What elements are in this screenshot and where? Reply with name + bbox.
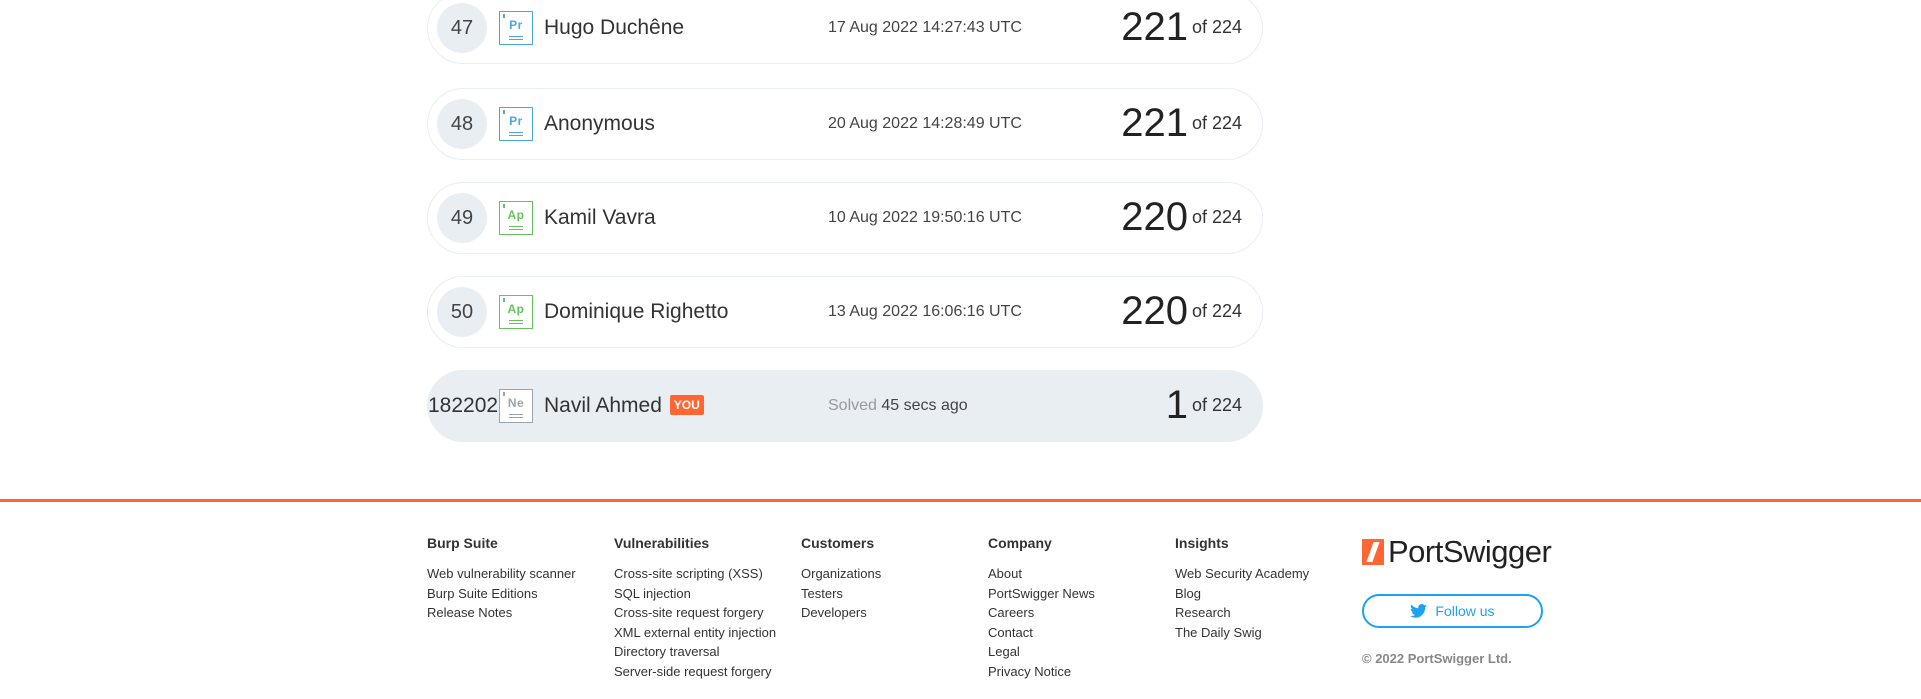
footer-link[interactable]: XML external entity injection xyxy=(614,623,794,643)
footer-link[interactable]: Testers xyxy=(801,584,981,604)
footer-link[interactable]: PortSwigger News xyxy=(988,584,1168,604)
leaderboard-row: 49 Ap Kamil Vavra 10 Aug 2022 19:50:16 U… xyxy=(427,182,1263,254)
solved-label: Solved xyxy=(828,397,877,414)
footer-link[interactable]: Research xyxy=(1175,603,1355,623)
solved-time: Solved 45 secs ago xyxy=(828,397,968,415)
footer-link[interactable]: Blog xyxy=(1175,584,1355,604)
rank-number: 48 xyxy=(437,99,487,149)
score: 220 of 224 xyxy=(1121,289,1242,334)
score: 220 of 224 xyxy=(1121,195,1242,240)
level-badge-icon: Ne xyxy=(499,389,533,423)
user-name: Navil Ahmed YOU xyxy=(544,394,704,418)
level-badge-icon: Ap xyxy=(499,201,533,235)
score-total: of 224 xyxy=(1191,395,1242,415)
footer-link[interactable]: Release Notes xyxy=(427,603,607,623)
footer-column-vulnerabilities: Vulnerabilities Cross-site scripting (XS… xyxy=(614,535,794,682)
footer-link[interactable]: Contact xyxy=(988,623,1168,643)
footer-link[interactable]: About xyxy=(988,564,1168,584)
footer-link[interactable]: Directory traversal xyxy=(614,642,794,662)
rank-number: 49 xyxy=(437,193,487,243)
footer-link[interactable]: Cross-site request forgery xyxy=(614,603,794,623)
rank-number: 50 xyxy=(437,287,487,337)
score-value: 220 xyxy=(1121,289,1188,333)
score: 221 of 224 xyxy=(1121,101,1242,146)
copyright: © 2022 PortSwigger Ltd. xyxy=(1362,651,1512,666)
footer-column-burp-suite: Burp Suite Web vulnerability scanner Bur… xyxy=(427,535,607,623)
footer-column-insights: Insights Web Security Academy Blog Resea… xyxy=(1175,535,1355,642)
score: 1 of 224 xyxy=(1166,383,1242,428)
rank-number: 182202 xyxy=(428,394,499,417)
leaderboard-row: 50 Ap Dominique Righetto 13 Aug 2022 16:… xyxy=(427,276,1263,348)
footer-column-company: Company About PortSwigger News Careers C… xyxy=(988,535,1168,682)
leaderboard-row: 47 Pr Hugo Duchêne 17 Aug 2022 14:27:43 … xyxy=(427,0,1263,64)
you-badge: YOU xyxy=(669,395,704,415)
footer-column-customers: Customers Organizations Testers Develope… xyxy=(801,535,981,623)
solved-time: 10 Aug 2022 19:50:16 UTC xyxy=(828,209,1022,226)
level-badge-icon: Pr xyxy=(499,11,533,45)
footer-link[interactable]: Server-side request forgery xyxy=(614,662,794,682)
portswigger-logo-icon xyxy=(1362,539,1384,565)
solved-ago: 45 secs ago xyxy=(881,397,968,414)
brand-name: PortSwigger xyxy=(1388,534,1552,569)
footer-link[interactable]: Web vulnerability scanner xyxy=(427,564,607,584)
score: 221 of 224 xyxy=(1121,5,1242,50)
solved-time: 17 Aug 2022 14:27:43 UTC xyxy=(828,19,1022,36)
rank-number: 47 xyxy=(437,3,487,53)
footer-link[interactable]: Web Security Academy xyxy=(1175,564,1355,584)
score-total: of 224 xyxy=(1191,207,1242,227)
footer-link[interactable]: Cross-site scripting (XSS) xyxy=(614,564,794,584)
footer-link[interactable]: Burp Suite Editions xyxy=(427,584,607,604)
score-total: of 224 xyxy=(1191,113,1242,133)
score-value: 1 xyxy=(1165,383,1188,427)
twitter-follow-button[interactable]: Follow us xyxy=(1362,594,1543,628)
twitter-icon xyxy=(1410,604,1428,618)
footer-column-title: Burp Suite xyxy=(427,535,498,551)
score-total: of 224 xyxy=(1191,301,1242,321)
footer-link[interactable]: Organizations xyxy=(801,564,981,584)
score-total: of 224 xyxy=(1191,17,1242,37)
score-value: 221 xyxy=(1121,101,1188,145)
user-name: Anonymous xyxy=(544,112,655,135)
footer-link[interactable]: Legal xyxy=(988,642,1168,662)
score-value: 221 xyxy=(1121,5,1188,49)
footer-link[interactable]: SQL injection xyxy=(614,584,794,604)
level-badge-icon: Ap xyxy=(499,295,533,329)
leaderboard-row: 48 Pr Anonymous 20 Aug 2022 14:28:49 UTC… xyxy=(427,88,1263,160)
user-name: Dominique Righetto xyxy=(544,300,729,323)
footer-link[interactable]: Careers xyxy=(988,603,1168,623)
footer-column-title: Company xyxy=(988,535,1052,551)
level-badge-icon: Pr xyxy=(499,107,533,141)
solved-time: 20 Aug 2022 14:28:49 UTC xyxy=(828,115,1022,132)
follow-label: Follow us xyxy=(1435,603,1495,619)
user-name: Kamil Vavra xyxy=(544,206,656,229)
user-name-text: Navil Ahmed xyxy=(544,394,662,417)
footer-column-title: Vulnerabilities xyxy=(614,535,710,551)
footer-column-title: Customers xyxy=(801,535,875,551)
footer-link[interactable]: The Daily Swig xyxy=(1175,623,1355,643)
score-value: 220 xyxy=(1121,195,1188,239)
footer-link[interactable]: Developers xyxy=(801,603,981,623)
user-name: Hugo Duchêne xyxy=(544,16,685,39)
solved-time: 13 Aug 2022 16:06:16 UTC xyxy=(828,303,1022,320)
footer-link[interactable]: Privacy Notice xyxy=(988,662,1168,682)
footer-column-title: Insights xyxy=(1175,535,1229,551)
footer-divider xyxy=(0,499,1921,502)
current-user-row: 182202 Ne Navil Ahmed YOU Solved 45 secs… xyxy=(427,370,1263,442)
portswigger-logo[interactable]: PortSwigger xyxy=(1362,534,1552,569)
